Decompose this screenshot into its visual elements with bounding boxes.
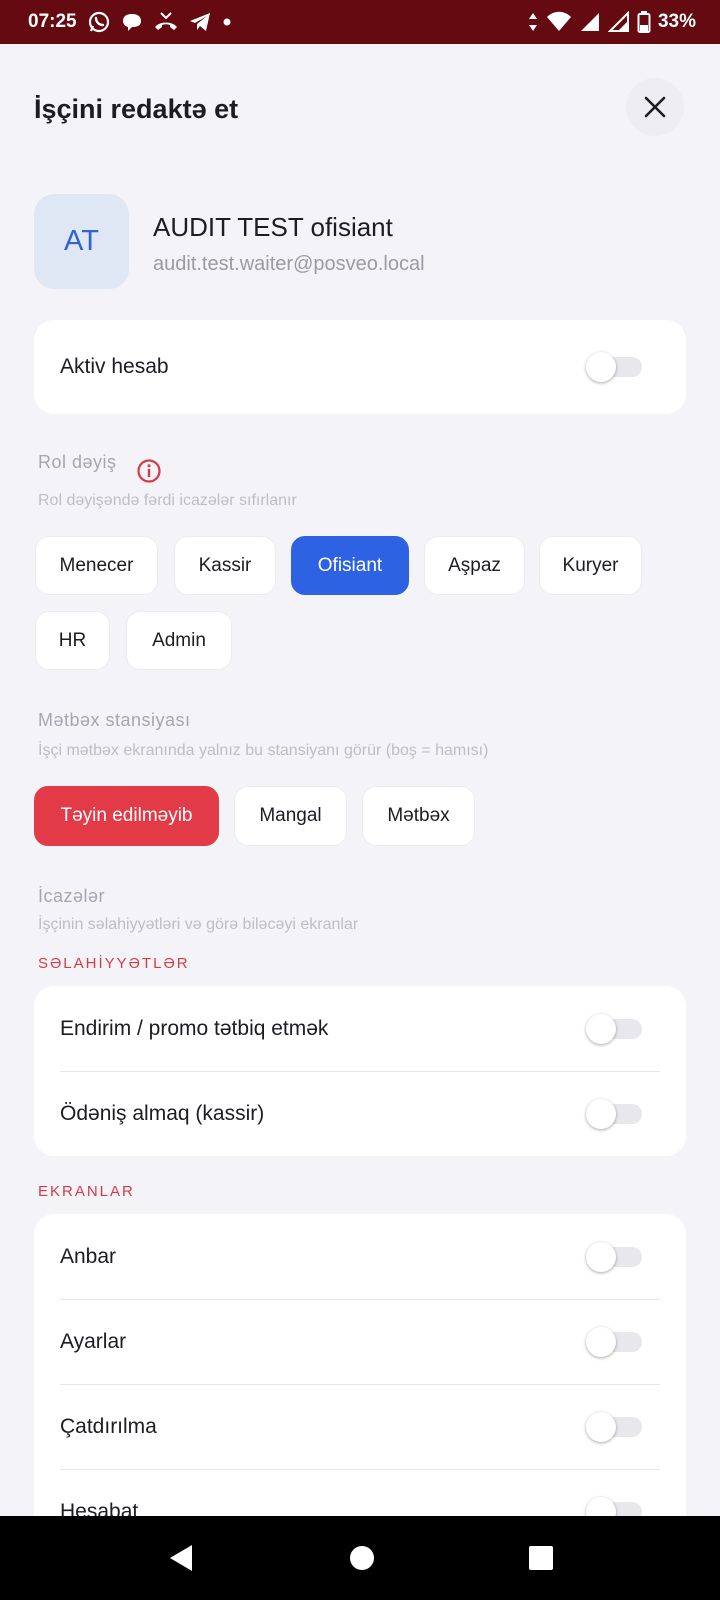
status-bar: 07:25 33% [0,0,720,44]
station-section-title: Mətbəx stansiyası [38,710,191,730]
role-chip-menecer[interactable]: Menecer [35,536,158,595]
permission-label: Endirim / promo tətbiq etmək [60,1016,329,1040]
close-icon [644,96,666,118]
screen-toggle-hesabat[interactable] [586,1496,644,1516]
screen-label: Hesabat [60,1499,139,1517]
permissions-section-title: İcazələr [38,886,106,906]
screen-label: Çatdırılma [60,1414,157,1438]
signal-icon [580,13,599,31]
role-section-subtitle: Rol dəyişəndə fərdi icazələr sıfırlanır [38,492,297,509]
station-chip-metbex[interactable]: Mətbəx [362,786,475,846]
permission-label: Ödəniş almaq (kassir) [60,1101,265,1125]
screen-row-hesabat[interactable]: Hesabat [34,1469,686,1516]
station-section-subtitle: İşçi mətbəx ekranında yalnız bu stansiya… [38,742,489,759]
role-chip-kassir[interactable]: Kassir [174,536,276,595]
user-name: AUDIT TEST ofisiant [153,212,393,242]
close-button[interactable] [626,78,684,136]
permission-toggle-discount[interactable] [586,1013,644,1044]
screen-toggle-anbar[interactable] [586,1241,644,1272]
whatsapp-icon [88,11,109,33]
role-chip-admin[interactable]: Admin [126,611,232,670]
permission-row-payment[interactable]: Ödəniş almaq (kassir) [34,1071,686,1156]
user-email: audit.test.waiter@posveo.local [153,253,425,275]
permission-row-discount[interactable]: Endirim / promo tətbiq etmək [34,986,686,1071]
screen-label: Ayarlar [60,1329,127,1353]
battery-percentage: 33% [657,11,696,32]
screen-row-catdirilma[interactable]: Çatdırılma [34,1384,686,1469]
home-icon[interactable] [348,1544,376,1572]
missed-call-icon [154,12,177,30]
role-chip-hr[interactable]: HR [35,611,110,670]
chat-icon [122,14,141,31]
role-chip-aspaz[interactable]: Aşpaz [424,536,525,595]
dot-icon [223,18,231,26]
role-chip-ofisiant[interactable]: Ofisiant [291,536,409,595]
role-chip-kuryer[interactable]: Kuryer [539,536,642,595]
active-account-row[interactable]: Aktiv hesab [34,320,686,414]
active-account-card: Aktiv hesab [34,320,686,414]
screens-card: Anbar Ayarlar Çatdırılma Hesabat [34,1214,686,1516]
navigation-bar [0,1516,720,1600]
station-chip-mangal[interactable]: Mangal [234,786,347,846]
screen-toggle-catdirilma[interactable] [586,1411,644,1442]
info-icon[interactable] [136,458,162,484]
screen-toggle-ayarlar[interactable] [586,1326,644,1357]
screen-row-ayarlar[interactable]: Ayarlar [34,1299,686,1384]
active-account-toggle[interactable] [586,352,644,382]
group-label-privileges: SƏLAHİYYƏTLƏR [38,955,190,972]
wifi-icon [546,11,571,31]
avatar: AT [34,194,129,289]
battery-icon [637,11,651,33]
system-status: 33% [527,10,696,34]
role-section-title: Rol dəyiş [38,452,117,472]
station-chip-unassigned[interactable]: Təyin edilməyib [34,786,219,846]
back-icon[interactable] [166,1543,196,1573]
screen-label: Anbar [60,1244,117,1268]
signal-icon-2 [607,11,629,32]
group-label-screens: EKRANLAR [38,1183,135,1200]
page-title: İşçini redaktə et [34,94,239,124]
telegram-icon [189,13,210,31]
privileges-card: Endirim / promo tətbiq etmək Ödəniş alma… [34,986,686,1156]
active-account-label: Aktiv hesab [60,355,169,378]
status-time: 07:25 [28,11,77,32]
recents-icon[interactable] [528,1545,554,1571]
edit-employee-sheet: İşçini redaktə et AT AUDIT TEST ofisiant… [0,44,720,1516]
data-transfer-icon [528,13,537,31]
permissions-section-subtitle: İşçinin səlahiyyətləri və görə biləcəyi … [38,916,359,933]
notification-icons [87,10,233,34]
screen-row-anbar[interactable]: Anbar [34,1214,686,1299]
permission-toggle-payment[interactable] [586,1098,644,1129]
